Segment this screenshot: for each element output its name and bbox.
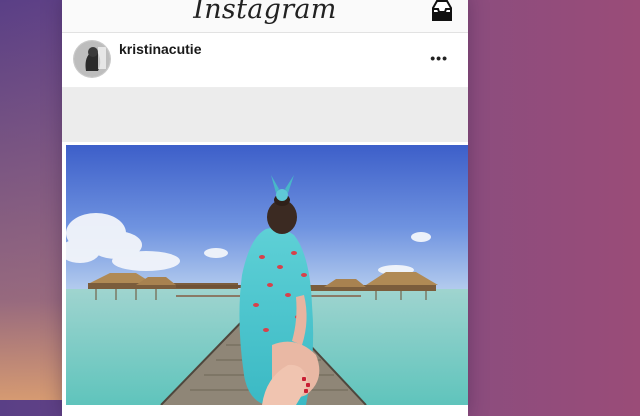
post-header: kristinacutie •••: [62, 33, 468, 88]
post-photo[interactable]: [66, 145, 468, 405]
instagram-logo: Instagram: [193, 0, 337, 25]
instagram-app-window: Instagram kristinacutie •••: [62, 0, 468, 416]
post-image-top-padding: [62, 88, 468, 142]
more-horizontal-icon[interactable]: •••: [430, 50, 448, 66]
post-username[interactable]: kristinacutie: [119, 41, 201, 57]
background-glow: [0, 0, 70, 400]
avatar[interactable]: [74, 41, 110, 77]
avatar-photo: [74, 41, 110, 77]
inbox-icon[interactable]: [430, 0, 454, 22]
top-navigation-bar: Instagram: [62, 0, 468, 33]
